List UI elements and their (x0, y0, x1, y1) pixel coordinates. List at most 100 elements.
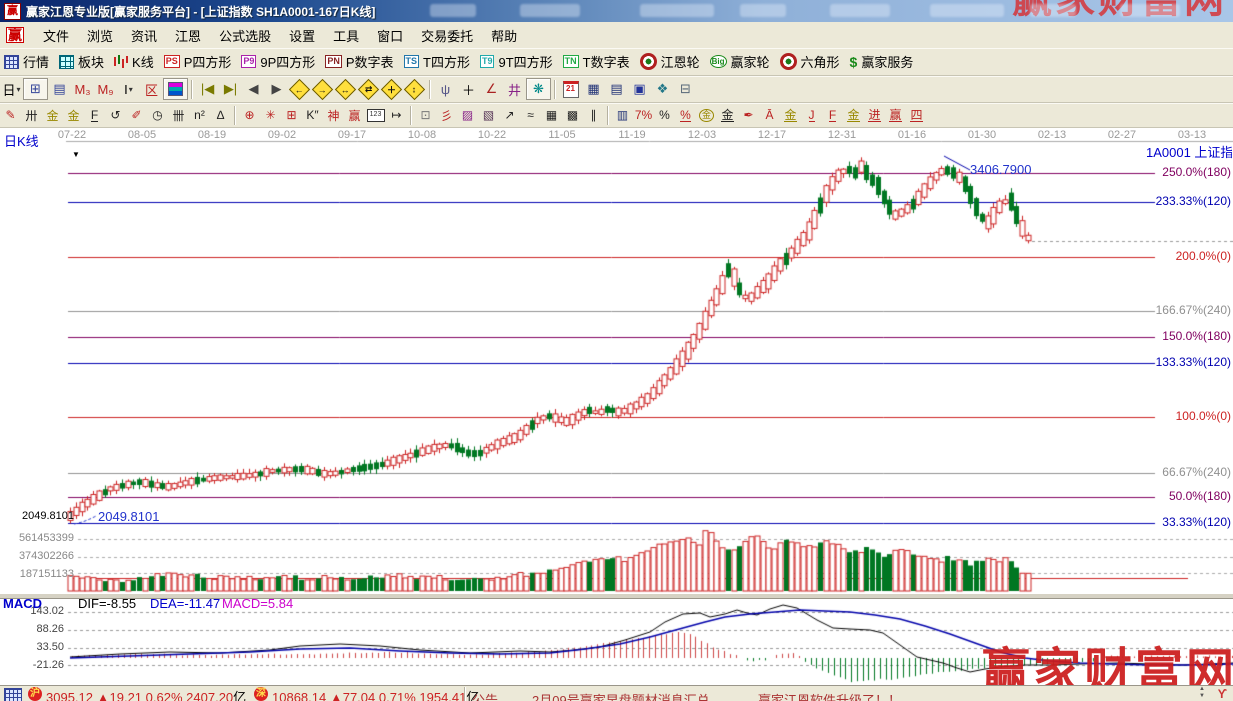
grid2-icon[interactable]: 卌 (168, 105, 189, 125)
hatch-box-icon[interactable]: ▨ (457, 105, 478, 125)
menu-item-江恩[interactable]: 江恩 (166, 26, 210, 47)
brush2-icon[interactable]: ✐ (126, 105, 147, 125)
dense-grid-icon[interactable]: ▦ (541, 105, 562, 125)
ying-tool-icon[interactable]: 赢 (344, 105, 365, 125)
color-chart-icon[interactable] (163, 78, 188, 100)
ying-line-icon[interactable]: 赢 (885, 105, 906, 125)
notepad-icon[interactable]: ▤ (605, 79, 628, 99)
notice-text-1[interactable]: 2月09号赢家早盘题材消息汇总 (532, 690, 710, 701)
t-square-button[interactable]: TST四方形 (400, 50, 476, 73)
draw-brush-icon[interactable]: ✎ (0, 105, 21, 125)
gann-circle-icon[interactable]: ⊕ (239, 105, 260, 125)
gold-grid2-icon[interactable]: 金 (63, 105, 84, 125)
avg-channel-icon[interactable]: Ā (759, 105, 780, 125)
stat-bars-icon[interactable]: ▥ (612, 105, 633, 125)
angle-tool-icon[interactable]: ∠ (480, 79, 503, 99)
gold-line-icon[interactable]: 金 (717, 105, 738, 125)
p-square-button[interactable]: PSP四方形 (160, 50, 238, 73)
shenzhen-icon[interactable]: 深 (254, 687, 268, 701)
f-grid-icon[interactable]: F (84, 105, 105, 125)
shen-tool-icon[interactable]: 神 (323, 105, 344, 125)
parallel-icon[interactable]: ∥ (583, 105, 604, 125)
ruler-icon[interactable]: 123 (365, 105, 386, 125)
gann-wheel-button[interactable]: 江恩轮 (636, 50, 706, 73)
zoom-h-icon[interactable]: ↔ (334, 79, 357, 99)
spiral-icon[interactable]: ↺ (105, 105, 126, 125)
zoom-left-icon[interactable]: ← (288, 79, 311, 99)
notice-scroll-buttons[interactable]: ▲▼ (1199, 686, 1205, 700)
compress-icon[interactable]: ⇄ (357, 79, 380, 99)
menu-item-公式选股[interactable]: 公式选股 (210, 26, 280, 47)
shanghai-icon[interactable]: 沪 (28, 687, 42, 701)
k-tool-icon[interactable]: K″ (302, 105, 323, 125)
menu-item-资讯[interactable]: 资讯 (122, 26, 166, 47)
candle-style-icon[interactable]: I▾ (117, 79, 140, 99)
wave-3-icon[interactable]: M₃ (71, 79, 94, 99)
gold-angle2-icon[interactable]: 金 (843, 105, 864, 125)
analysis-brain-icon[interactable]: ❋ (526, 78, 551, 100)
degree-circle-icon[interactable]: ◷ (147, 105, 168, 125)
hand-tool-icon[interactable]: ψ (434, 79, 457, 99)
crosshair-icon[interactable]: ＋ (457, 79, 480, 99)
n2-icon[interactable]: n² (189, 105, 210, 125)
diag-box-icon[interactable]: ▧ (478, 105, 499, 125)
flag-icon[interactable]: ✒ (738, 105, 759, 125)
pct-icon[interactable]: % (654, 105, 675, 125)
menu-item-浏览[interactable]: 浏览 (78, 26, 122, 47)
first-page-icon[interactable]: |◀ (196, 79, 219, 99)
j-line-icon[interactable]: J (801, 105, 822, 125)
last-page-icon[interactable]: ▶| (219, 79, 242, 99)
jin-line-icon[interactable]: 进 (864, 105, 885, 125)
f-line-icon[interactable]: F (822, 105, 843, 125)
menu-item-设置[interactable]: 设置 (280, 26, 324, 47)
calendar-icon[interactable]: 21 (559, 79, 582, 99)
f10-info-icon[interactable]: ▤ (48, 79, 71, 99)
calculator-icon[interactable]: ▦ (582, 79, 605, 99)
9p-square-button[interactable]: P99P四方形 (237, 50, 321, 73)
measure-icon[interactable]: ↦ (386, 105, 407, 125)
zoom-right-icon[interactable]: → (311, 79, 334, 99)
web-tools-icon[interactable]: ❖ (651, 79, 674, 99)
quotes-button[interactable]: 行情 (0, 50, 55, 73)
quote-grid-icon[interactable] (4, 688, 22, 701)
zigzag-icon[interactable]: ≈ (520, 105, 541, 125)
pane-separator[interactable] (0, 593, 1233, 599)
notice-label[interactable]: 公告 (472, 690, 498, 701)
panel-box-icon[interactable]: ⊡ (415, 105, 436, 125)
gold-grid-icon[interactable]: 金 (42, 105, 63, 125)
menu-item-窗口[interactable]: 窗口 (368, 26, 412, 47)
expand-all-icon[interactable]: ↕ (403, 79, 426, 99)
winner-service-button[interactable]: $赢家服务 (846, 50, 920, 73)
gann-box-icon[interactable]: ⊞ (281, 105, 302, 125)
gold-circle-icon[interactable]: 金 (696, 105, 717, 125)
hexagon-button[interactable]: 六角形 (776, 50, 846, 73)
menu-item-帮助[interactable]: 帮助 (482, 26, 526, 47)
gann-star-icon[interactable]: ✳ (260, 105, 281, 125)
gann-grid-icon[interactable]: 卅 (21, 105, 42, 125)
t-table-button[interactable]: TNT数字表 (559, 50, 636, 73)
si-line-icon[interactable]: 四 (906, 105, 927, 125)
menu-item-文件[interactable]: 文件 (34, 26, 78, 47)
fan-lines-icon[interactable]: 彡 (436, 105, 457, 125)
kline-style-dropdown[interactable]: 日▾ (0, 79, 23, 99)
gann-net-icon[interactable]: 井 (503, 79, 526, 99)
save-icon[interactable]: ▣ (628, 79, 651, 99)
indicator-window-icon[interactable]: ⊞ (23, 78, 48, 100)
wave-9-icon[interactable]: M₉ (94, 79, 117, 99)
sectors-button[interactable]: 板块 (55, 50, 110, 73)
dense-grid2-icon[interactable]: ▩ (562, 105, 583, 125)
prev-icon[interactable]: ◀ (242, 79, 265, 99)
winner-wheel-button[interactable]: Big赢家轮 (706, 50, 776, 73)
pct-line-icon[interactable]: % (675, 105, 696, 125)
menu-item-交易委托[interactable]: 交易委托 (412, 26, 482, 47)
next-icon[interactable]: ▶ (265, 79, 288, 99)
trend-line-icon[interactable]: ↗ (499, 105, 520, 125)
9t-square-button[interactable]: T99T四方形 (476, 50, 559, 73)
gold-angle-icon[interactable]: 金 (780, 105, 801, 125)
p-table-button[interactable]: PNP数字表 (321, 50, 399, 73)
menu-item-工具[interactable]: 工具 (324, 26, 368, 47)
notice-text-2[interactable]: 赢家江恩软件升级了！！ (758, 690, 901, 701)
compress-all-icon[interactable]: ＋ (380, 79, 403, 99)
pct7-icon[interactable]: 7% (633, 105, 654, 125)
remote-icon[interactable]: ⊟ (674, 79, 697, 99)
